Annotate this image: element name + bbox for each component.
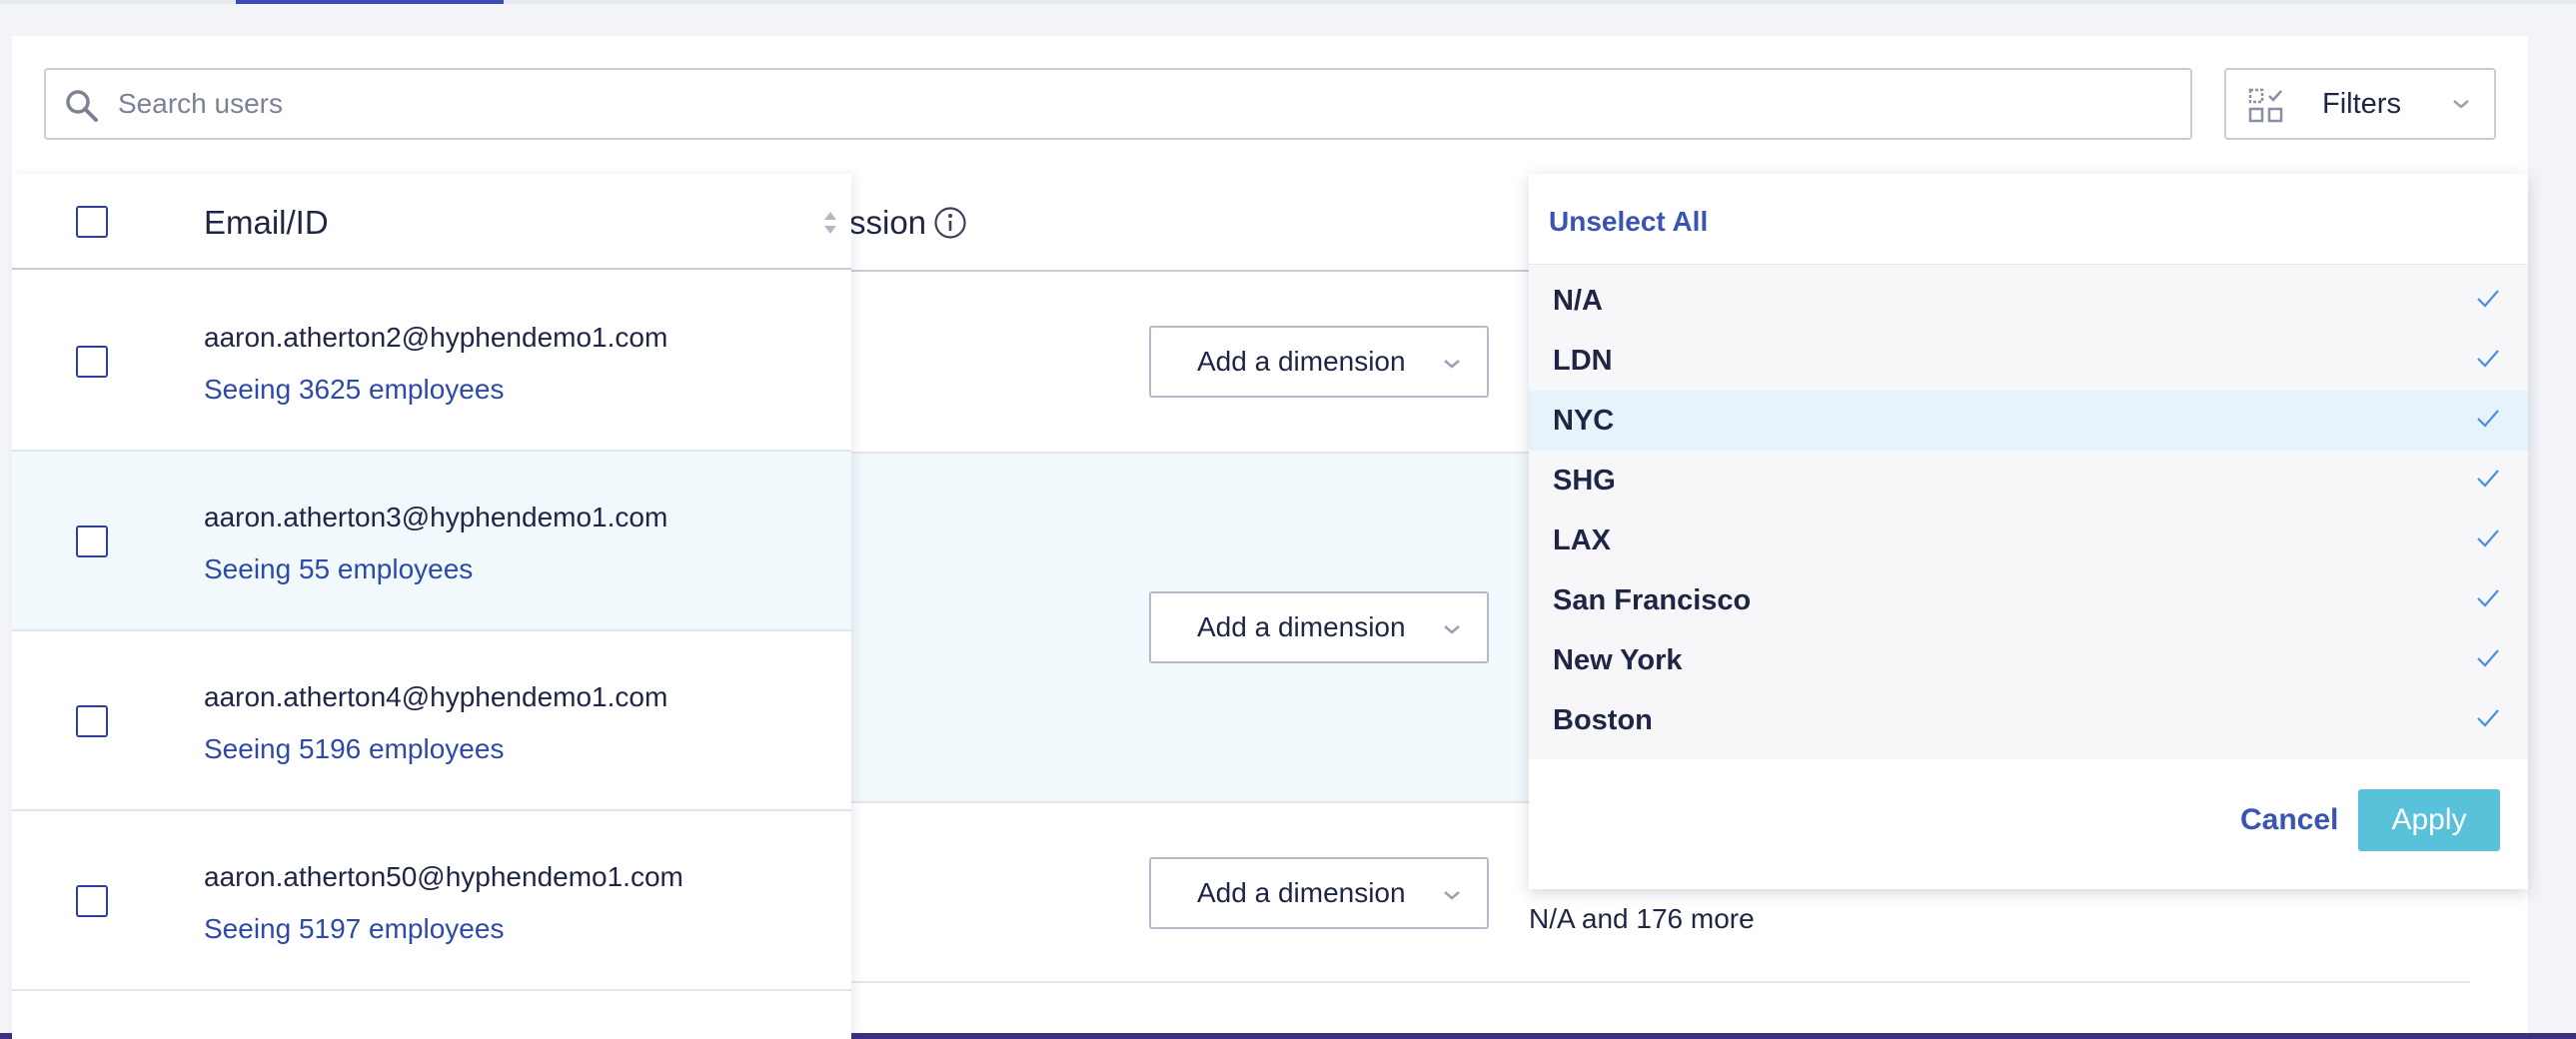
select-all-checkbox[interactable]	[76, 206, 108, 238]
add-dimension-button[interactable]: Add a dimension	[1149, 857, 1489, 929]
table-row: aaron.atherton3@hyphendemo1.com Seeing 5…	[12, 452, 851, 631]
option-label: NYC	[1553, 405, 1615, 437]
option-label: San Francisco	[1553, 584, 1752, 616]
add-dimension-label: Add a dimension	[1197, 611, 1406, 642]
user-email: aaron.atherton4@hyphendemo1.com	[204, 681, 668, 712]
checkmark-icon	[2477, 529, 2499, 547]
option-list: N/A LDN NYC SHG LAX San Francisco New Yo…	[1529, 264, 2528, 759]
row-checkbox[interactable]	[76, 885, 108, 917]
seeing-employees-link[interactable]: Seeing 55 employees	[204, 553, 473, 585]
row-checkbox[interactable]	[76, 525, 108, 557]
seeing-employees-link[interactable]: Seeing 5196 employees	[204, 733, 504, 765]
checkmark-icon	[2477, 470, 2499, 488]
table-row: aaron.atherton2@hyphendemo1.com Seeing 3…	[12, 272, 851, 452]
table-row: aaron.atherton4@hyphendemo1.com Seeing 5…	[12, 631, 851, 811]
row-checkbox[interactable]	[76, 346, 108, 378]
option-label: New York	[1553, 644, 1683, 676]
checkmark-icon	[2477, 709, 2499, 727]
checkmark-icon	[2477, 410, 2499, 428]
filter-grid-icon	[2248, 88, 2283, 123]
option-new-york[interactable]: New York	[1529, 630, 2528, 690]
user-email: aaron.atherton3@hyphendemo1.com	[204, 502, 668, 532]
checkmark-icon	[2477, 589, 2499, 607]
user-email: aaron.atherton50@hyphendemo1.com	[204, 861, 683, 892]
unselect-all-link[interactable]: Unselect All	[1549, 206, 1708, 238]
option-boston[interactable]: Boston	[1529, 690, 2528, 750]
option-shg[interactable]: SHG	[1529, 451, 2528, 511]
filters-label: Filters	[2322, 88, 2401, 120]
option-lax[interactable]: LAX	[1529, 511, 2528, 570]
apply-button[interactable]: Apply	[2358, 789, 2500, 851]
option-na[interactable]: N/A	[1529, 271, 2528, 331]
filters-button[interactable]: Filters	[2224, 68, 2496, 140]
checkmark-icon	[2477, 350, 2499, 368]
search-input[interactable]	[118, 70, 2176, 138]
seeing-employees-link[interactable]: Seeing 3625 employees	[204, 374, 504, 406]
column-header: Email/ID	[12, 174, 851, 270]
add-dimension-label: Add a dimension	[1197, 346, 1406, 377]
sort-icon[interactable]	[823, 210, 837, 236]
add-dimension-button[interactable]: Add a dimension	[1149, 326, 1489, 398]
checkmark-icon	[2477, 290, 2499, 308]
search-icon	[66, 90, 98, 122]
row-checkbox[interactable]	[76, 705, 108, 737]
option-san-francisco[interactable]: San Francisco	[1529, 570, 2528, 630]
option-label: LDN	[1553, 345, 1613, 377]
dimension-summary[interactable]: N/A and 176 more	[1529, 903, 1755, 935]
option-nyc[interactable]: NYC	[1529, 391, 2528, 451]
cancel-button[interactable]: Cancel	[2240, 803, 2338, 837]
add-dimension-label: Add a dimension	[1197, 877, 1406, 908]
user-column: Email/ID aaron.atherton2@hyphendemo1.com…	[12, 174, 851, 1039]
email-column-header: Email/ID	[204, 204, 329, 241]
option-ldn[interactable]: LDN	[1529, 331, 2528, 391]
search-box[interactable]	[44, 68, 2192, 140]
location-filter-dropdown: Unselect All N/A LDN NYC SHG LAX San Fra…	[1529, 174, 2528, 889]
chevron-down-icon	[1444, 891, 1460, 900]
info-icon[interactable]	[933, 206, 967, 240]
option-label: N/A	[1553, 285, 1603, 317]
user-email: aaron.atherton2@hyphendemo1.com	[204, 322, 668, 353]
permission-column-header: ssion	[849, 204, 927, 241]
option-label: Boston	[1553, 704, 1653, 736]
option-label: LAX	[1553, 524, 1611, 556]
chevron-down-icon	[1444, 625, 1460, 634]
active-tab-indicator	[236, 0, 504, 4]
option-label: SHG	[1553, 465, 1616, 497]
add-dimension-button[interactable]: Add a dimension	[1149, 591, 1489, 663]
chevron-down-icon	[2453, 100, 2469, 109]
table-row: aaron.atherton50@hyphendemo1.com Seeing …	[12, 811, 851, 991]
seeing-employees-link[interactable]: Seeing 5197 employees	[204, 913, 504, 945]
checkmark-icon	[2477, 649, 2499, 667]
chevron-down-icon	[1444, 360, 1460, 369]
